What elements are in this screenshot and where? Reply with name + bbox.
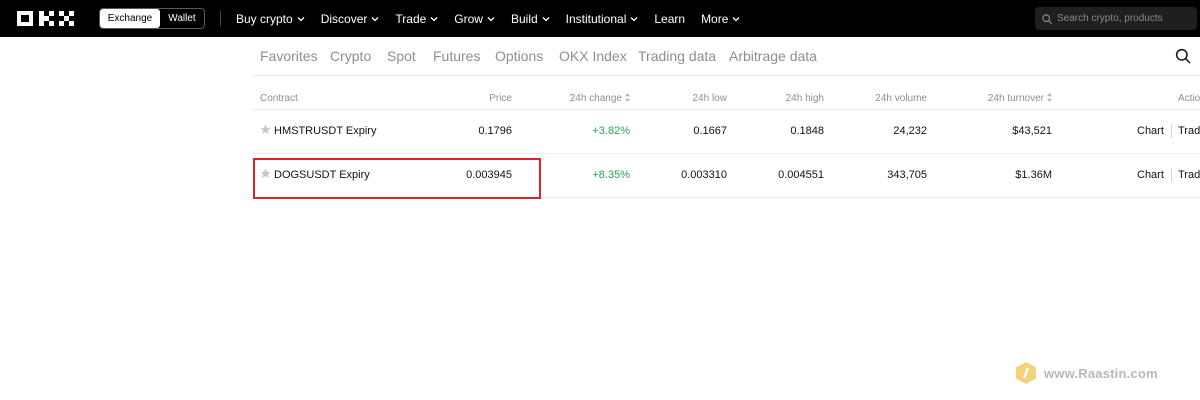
main-nav: Buy crypto Discover Trade Grow Build Institut… xyxy=(236,0,756,37)
nav-item-label: Institutional xyxy=(565,11,627,26)
tab-favorites[interactable]: Favorites xyxy=(260,48,318,64)
sort-icon xyxy=(625,93,630,102)
nav-item-label: Build xyxy=(510,11,538,26)
turnover-value: $43,521 xyxy=(1012,125,1052,137)
header-24h-high: 24h high xyxy=(785,93,824,104)
nav-item-buy-crypto[interactable]: Buy crypto xyxy=(236,12,305,26)
nav-item-learn[interactable]: Learn xyxy=(654,12,685,26)
header-contract: Contract xyxy=(260,93,298,104)
nav-item-discover[interactable]: Discover xyxy=(321,12,380,26)
volume-value: 24,232 xyxy=(893,125,927,137)
chevron-down-icon xyxy=(542,16,550,21)
nav-item-label: Learn xyxy=(654,11,686,26)
high-value: 0.1848 xyxy=(790,125,824,137)
price-value: 0.1796 xyxy=(478,125,512,137)
highlight-box xyxy=(253,158,541,199)
nav-item-trade[interactable]: Trade xyxy=(395,12,438,26)
nav-item-label: More xyxy=(701,11,729,26)
tab-arbitrage-data[interactable]: Arbitrage data xyxy=(729,48,817,64)
sort-icon xyxy=(1047,93,1052,102)
okx-logo[interactable] xyxy=(17,11,79,26)
volume-value: 343,705 xyxy=(887,169,927,181)
table-row[interactable]: HMSTRUSDT Expiry 0.1796 +3.82% 0.1667 0.… xyxy=(252,110,1200,154)
nav-item-label: Trade xyxy=(395,11,427,26)
chart-link[interactable]: Chart xyxy=(1137,125,1164,137)
nav-item-label: Discover xyxy=(320,11,368,26)
tab-options[interactable]: Options xyxy=(495,48,543,64)
search-icon[interactable] xyxy=(1175,48,1191,64)
nav-item-label: Buy crypto xyxy=(236,11,293,26)
table-header: Contract Price 24h change 24h low 24h hi… xyxy=(252,76,1200,110)
header-price: Price xyxy=(489,93,512,104)
nav-item-build[interactable]: Build xyxy=(511,12,550,26)
low-value: 0.1667 xyxy=(693,125,727,137)
header-action: Actio xyxy=(1178,93,1200,104)
action-divider xyxy=(1171,168,1172,182)
watermark: www.Raastin.com xyxy=(1014,361,1158,385)
tab-trading-data[interactable]: Trading data xyxy=(638,48,716,64)
exchange-toggle[interactable]: Exchange xyxy=(100,9,160,28)
header-24h-turnover[interactable]: 24h turnover xyxy=(988,93,1052,104)
exchange-wallet-switch: Exchange Wallet xyxy=(99,8,205,29)
nav-divider xyxy=(220,11,221,26)
chevron-down-icon xyxy=(297,16,305,21)
top-navigation-bar: Exchange Wallet Buy crypto Discover Trade G… xyxy=(0,0,1200,37)
chart-link[interactable]: Chart xyxy=(1137,169,1164,181)
search-input[interactable] xyxy=(1057,13,1197,24)
low-value: 0.003310 xyxy=(681,169,727,181)
header-24h-volume: 24h volume xyxy=(875,93,927,104)
trade-link[interactable]: Trad xyxy=(1178,125,1200,137)
action-divider xyxy=(1171,124,1172,138)
turnover-value: $1.36M xyxy=(1015,169,1052,181)
trade-link[interactable]: Trad xyxy=(1178,169,1200,181)
search-box[interactable] xyxy=(1035,7,1197,30)
chevron-down-icon xyxy=(630,16,638,21)
high-value: 0.004551 xyxy=(778,169,824,181)
nav-item-label: Grow xyxy=(454,11,483,26)
star-icon[interactable] xyxy=(260,124,271,135)
change-value: +8.35% xyxy=(592,169,630,181)
nav-item-grow[interactable]: Grow xyxy=(454,12,495,26)
nav-item-institutional[interactable]: Institutional xyxy=(566,12,639,26)
raastin-logo-icon xyxy=(1016,362,1036,384)
search-icon xyxy=(1042,13,1052,24)
tab-futures[interactable]: Futures xyxy=(433,48,480,64)
header-24h-change[interactable]: 24h change xyxy=(570,93,630,104)
change-value: +3.82% xyxy=(592,125,630,137)
contract-name[interactable]: HMSTRUSDT Expiry xyxy=(274,125,376,137)
tab-okx-index[interactable]: OKX Index xyxy=(559,48,627,64)
chevron-down-icon xyxy=(430,16,438,21)
chevron-down-icon xyxy=(732,16,740,21)
chevron-down-icon xyxy=(487,16,495,21)
market-subtabs: Favorites Crypto Spot Futures Options OK… xyxy=(252,37,1200,76)
tab-spot[interactable]: Spot xyxy=(387,48,416,64)
chevron-down-icon xyxy=(371,16,379,21)
nav-item-more[interactable]: More xyxy=(701,12,740,26)
wallet-toggle[interactable]: Wallet xyxy=(160,9,204,28)
header-24h-low: 24h low xyxy=(692,93,727,104)
tab-crypto[interactable]: Crypto xyxy=(330,48,371,64)
watermark-text: www.Raastin.com xyxy=(1044,365,1158,381)
